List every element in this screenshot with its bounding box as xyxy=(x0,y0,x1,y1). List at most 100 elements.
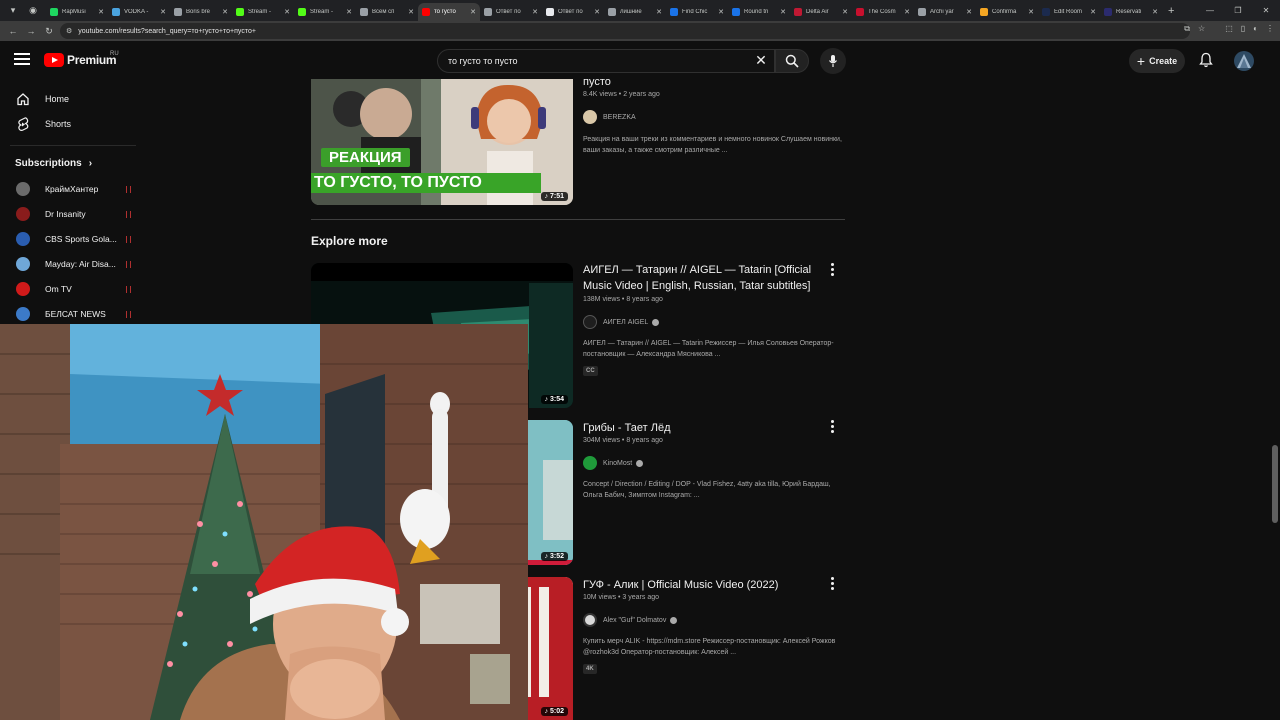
create-label: Create xyxy=(1149,56,1178,66)
sidebar-subscription-item[interactable]: БЕЛСАТ NEWS xyxy=(0,303,146,325)
reload-icon[interactable]: ↻ xyxy=(40,26,58,37)
profile-icon[interactable]: ◐ xyxy=(1253,24,1258,34)
menu-hamburger-icon[interactable] xyxy=(14,53,30,67)
browser-menu-icon[interactable]: ⋮ xyxy=(1266,24,1274,34)
tab-close-icon[interactable]: ✕ xyxy=(408,8,414,16)
browser-tab[interactable]: Find Chic ✕ xyxy=(666,3,728,21)
tab-close-icon[interactable]: ✕ xyxy=(656,8,662,16)
browser-tab[interactable]: Archi yar ✕ xyxy=(914,3,976,21)
sidebar-subscription-item[interactable]: Om TV xyxy=(0,278,146,300)
browser-tab[interactable]: The Cosm ✕ xyxy=(852,3,914,21)
browser-tab[interactable]: Ответ по ✕ xyxy=(480,3,542,21)
channel-link[interactable]: BEREZKA xyxy=(583,110,636,124)
channel-name: BEREZKA xyxy=(603,113,636,121)
browser-tab[interactable]: Всем сп ✕ xyxy=(356,3,418,21)
back-icon[interactable]: ← xyxy=(4,26,22,36)
tab-close-icon[interactable]: ✕ xyxy=(904,8,910,16)
browser-tab-strip: ▾ ◉ RapMusi ✕ VODKA - ✕ Boris bre ✕ Stream - ✕… xyxy=(0,0,1280,21)
video-title[interactable]: АИГЕЛ — Татарин // AIGEL — Tatarin [Offi… xyxy=(583,262,823,294)
channel-avatar xyxy=(16,282,30,296)
search-input[interactable]: то густо то пусто xyxy=(437,49,775,73)
sidebar-item-shorts[interactable]: Shorts xyxy=(0,113,146,135)
clear-search-icon[interactable]: ✕ xyxy=(752,52,770,68)
sidebar-divider xyxy=(10,145,136,146)
tab-close-icon[interactable]: ✕ xyxy=(1028,8,1034,16)
video-title[interactable]: пусто xyxy=(583,74,823,90)
browser-tab[interactable]: Confirma ✕ xyxy=(976,3,1038,21)
new-tab-icon[interactable]: + xyxy=(1168,5,1174,17)
tab-close-icon[interactable]: ✕ xyxy=(780,8,786,16)
tab-close-icon[interactable]: ✕ xyxy=(470,8,476,16)
sidebar-subscription-item[interactable]: КраймХантер xyxy=(0,178,146,200)
browser-tab[interactable]: Ответ по ✕ xyxy=(542,3,604,21)
tab-close-icon[interactable]: ✕ xyxy=(718,8,724,16)
browser-tab[interactable]: Boris bre ✕ xyxy=(170,3,232,21)
sidebar-subscription-item[interactable]: Mayday: Air Disa... xyxy=(0,253,146,275)
video-thumbnail[interactable]: РЕАКЦИЯ ТО ГУСТО, ТО ПУСТО ♪ 7:51 xyxy=(311,79,573,205)
tab-close-icon[interactable]: ✕ xyxy=(284,8,290,16)
tab-favicon-icon xyxy=(732,7,740,16)
tab-close-icon[interactable]: ✕ xyxy=(346,8,352,16)
create-button[interactable]: + Create xyxy=(1129,49,1185,73)
sidebar-toggle-icon[interactable]: ▯ xyxy=(1241,24,1245,34)
sidebar-subscription-item[interactable]: CBS Sports Gola... xyxy=(0,228,146,250)
channel-link[interactable]: АИГЕЛ AIGEL xyxy=(583,315,660,329)
minimize-icon[interactable]: — xyxy=(1196,6,1224,15)
tab-close-icon[interactable]: ✕ xyxy=(98,8,104,16)
browser-tab[interactable]: лишние ✕ xyxy=(604,3,666,21)
tab-close-icon[interactable]: ✕ xyxy=(842,8,848,16)
youtube-premium-logo[interactable]: Premium RU xyxy=(44,51,119,67)
more-options-icon[interactable] xyxy=(828,577,836,591)
video-title[interactable]: Грибы - Тает Лёд xyxy=(583,420,823,436)
subscriptions-heading[interactable]: Subscriptions › xyxy=(15,158,92,169)
more-options-icon[interactable] xyxy=(828,420,836,434)
tab-close-icon[interactable]: ✕ xyxy=(160,8,166,16)
address-bar[interactable]: ⚙ youtube.com/results?search_query=то+гу… xyxy=(60,23,1190,39)
notifications-bell-icon[interactable] xyxy=(1199,52,1213,73)
voice-search-button[interactable] xyxy=(820,48,846,74)
channel-avatar xyxy=(583,315,597,329)
tab-close-icon[interactable]: ✕ xyxy=(1152,8,1158,16)
account-avatar[interactable] xyxy=(1234,51,1254,71)
video-title[interactable]: ГУФ - Алик | Official Music Video (2022) xyxy=(583,577,823,593)
browser-tab[interactable]: RapMusi ✕ xyxy=(46,3,108,21)
tab-close-icon[interactable]: ✕ xyxy=(532,8,538,16)
browser-tab[interactable]: Stream - ✕ xyxy=(232,3,294,21)
browser-tab[interactable]: Round tri ✕ xyxy=(728,3,790,21)
sidebar-item-home[interactable]: Home xyxy=(0,88,146,110)
maximize-icon[interactable]: ❐ xyxy=(1224,6,1252,15)
live-indicator-icon xyxy=(126,260,131,268)
tab-search-icon[interactable]: ▾ xyxy=(6,4,20,18)
live-indicator-icon xyxy=(126,285,131,293)
extensions-icon[interactable]: ⬚ xyxy=(1225,24,1233,34)
forward-icon[interactable]: → xyxy=(22,26,40,36)
sidebar-subscription-item[interactable]: Dr Insanity xyxy=(0,203,146,225)
channel-name: Alex "Guf" Dolmatov xyxy=(603,616,667,624)
browser-tab[interactable]: Edit Room ✕ xyxy=(1038,3,1100,21)
browser-tab[interactable]: Reservati ✕ xyxy=(1100,3,1162,21)
open-in-app-icon[interactable]: ⧉ xyxy=(1184,24,1190,34)
bookmark-star-icon[interactable]: ☆ xyxy=(1198,24,1205,34)
window-controls: — ❐ ✕ xyxy=(1196,0,1280,21)
search-button[interactable] xyxy=(775,49,809,73)
channel-link[interactable]: Alex "Guf" Dolmatov xyxy=(583,613,678,627)
tab-close-icon[interactable]: ✕ xyxy=(594,8,600,16)
browser-tab[interactable]: то густо ✕ xyxy=(418,2,480,21)
close-window-icon[interactable]: ✕ xyxy=(1252,6,1280,15)
tab-close-icon[interactable]: ✕ xyxy=(1090,8,1096,16)
4k-badge: 4K xyxy=(583,664,597,674)
channel-link[interactable]: KinoMost xyxy=(583,456,644,470)
browser-tab[interactable]: Delta Air ✕ xyxy=(790,3,852,21)
browser-tab[interactable]: Stream - ✕ xyxy=(294,3,356,21)
scrollbar-thumb[interactable] xyxy=(1272,445,1278,523)
upload-age: 3 years ago xyxy=(622,594,660,601)
plus-icon: + xyxy=(1136,53,1146,69)
subscriptions-label: Subscriptions xyxy=(15,158,82,169)
tab-close-icon[interactable]: ✕ xyxy=(966,8,972,16)
browser-tab[interactable]: VODKA - ✕ xyxy=(108,3,170,21)
video-description: Concept / Direction / Editing / DOP - Vl… xyxy=(583,481,831,499)
tab-close-icon[interactable]: ✕ xyxy=(222,8,228,16)
more-options-icon[interactable] xyxy=(828,263,836,277)
tab-favicon-icon xyxy=(1042,7,1050,16)
site-info-icon[interactable]: ⚙ xyxy=(66,27,72,35)
